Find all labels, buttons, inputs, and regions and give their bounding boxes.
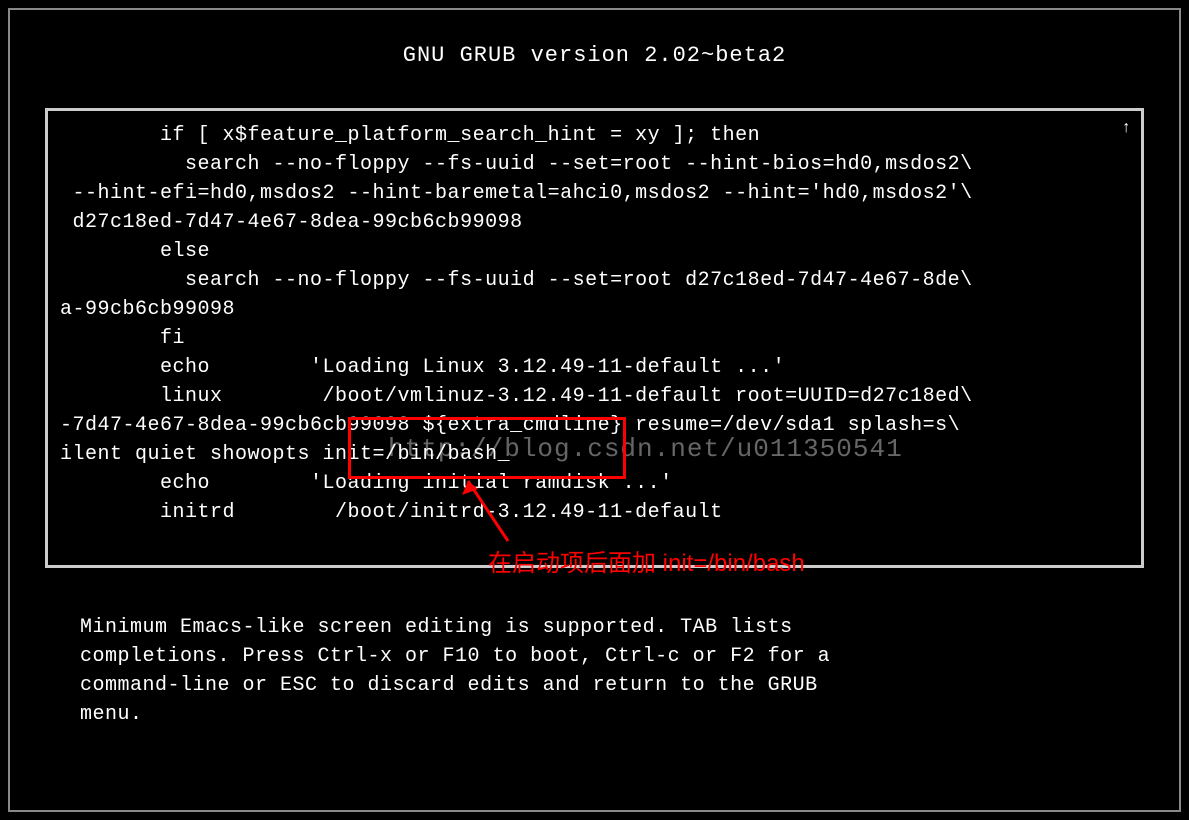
grub-code-line[interactable]: ilent quiet showopts init=/bin/bash_ (60, 440, 1129, 469)
grub-code-line[interactable]: d27c18ed-7d47-4e67-8dea-99cb6cb99098 (60, 208, 1129, 237)
outer-frame: GNU GRUB version 2.02~beta2 ↑ http://blo… (8, 8, 1181, 812)
grub-code-line[interactable]: linux /boot/vmlinuz-3.12.49-11-default r… (60, 382, 1129, 411)
grub-help-text: Minimum Emacs-like screen editing is sup… (80, 613, 1109, 729)
grub-code-line[interactable]: echo 'Loading Linux 3.12.49-11-default .… (60, 353, 1129, 382)
grub-code-line[interactable]: search --no-floppy --fs-uuid --set=root … (60, 150, 1129, 179)
grub-code-line[interactable]: --hint-efi=hd0,msdos2 --hint-baremetal=a… (60, 179, 1129, 208)
grub-code-line[interactable]: else (60, 237, 1129, 266)
grub-title: GNU GRUB version 2.02~beta2 (20, 43, 1169, 68)
grub-code-line[interactable]: search --no-floppy --fs-uuid --set=root … (60, 266, 1129, 295)
annotation-text: 在启动项后面加 init=/bin/bash (488, 543, 805, 578)
grub-code-line[interactable]: -7d47-4e67-8dea-99cb6cb99098 ${extra_cmd… (60, 411, 1129, 440)
grub-code-line[interactable]: echo 'Loading initial ramdisk ...' (60, 469, 1129, 498)
grub-code-line[interactable]: if [ x$feature_platform_search_hint = xy… (60, 121, 1129, 150)
grub-code-line[interactable]: fi (60, 324, 1129, 353)
grub-code-line[interactable]: initrd /boot/initrd-3.12.49-11-default (60, 498, 1129, 527)
grub-code-line[interactable]: a-99cb6cb99098 (60, 295, 1129, 324)
grub-editor-box[interactable]: ↑ http://blog.csdn.net/u011350541 if [ x… (45, 108, 1144, 568)
